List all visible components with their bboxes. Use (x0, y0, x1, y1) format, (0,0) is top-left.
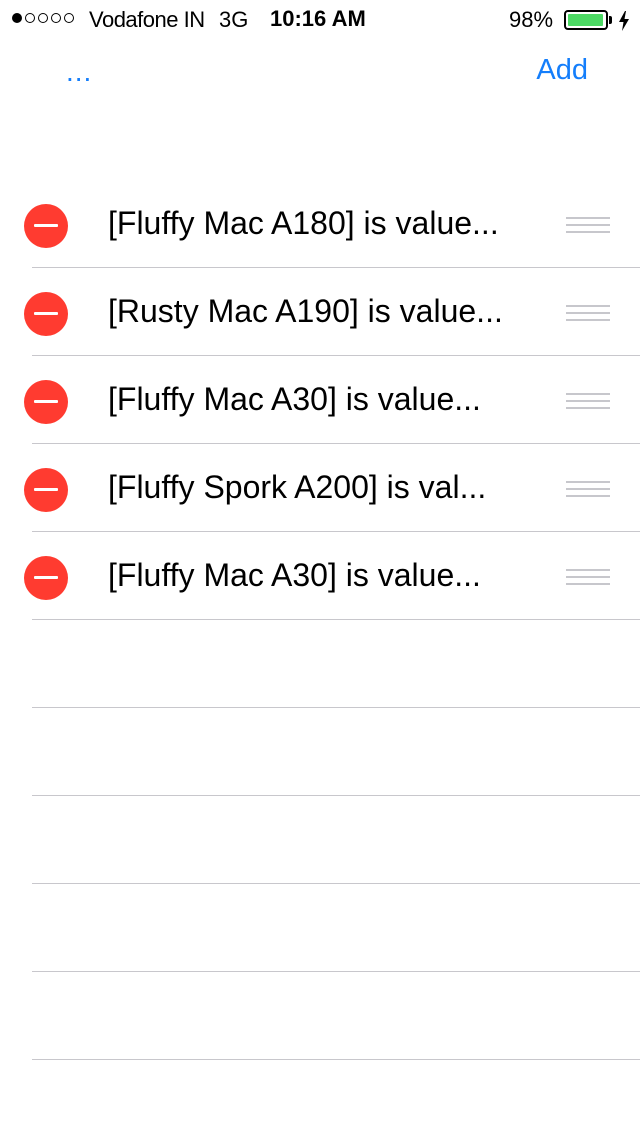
signal-strength-icon (12, 13, 74, 23)
list-item[interactable]: [Fluffy Spork A200] is val... (0, 444, 640, 532)
battery-level-fill (568, 14, 604, 26)
delete-button[interactable] (24, 380, 68, 424)
list-item[interactable]: [Fluffy Mac A180] is value... (0, 180, 640, 268)
signal-dot (51, 13, 61, 23)
reorder-handle-icon[interactable] (566, 217, 610, 233)
charging-bolt-icon (619, 11, 629, 31)
reorder-handle-icon[interactable] (566, 393, 610, 409)
delete-button[interactable] (24, 292, 68, 336)
editable-list: [Fluffy Mac A180] is value... [Rusty Mac … (0, 180, 640, 1060)
clock-time: 10:16 AM (270, 6, 366, 31)
empty-row (0, 708, 640, 796)
list-item[interactable]: [Rusty Mac A190] is value... (0, 268, 640, 356)
empty-row (0, 884, 640, 972)
signal-dot (25, 13, 35, 23)
list-item-label: [Rusty Mac A190] is value... (108, 293, 503, 329)
list-item[interactable]: [Fluffy Mac A30] is value... (0, 356, 640, 444)
reorder-handle-icon[interactable] (566, 481, 610, 497)
delete-button[interactable] (24, 204, 68, 248)
status-bar: Vodafone IN 3G 10:16 AM 98% (0, 0, 640, 40)
network-type: 3G (219, 7, 249, 32)
more-button[interactable]: ... (66, 56, 92, 88)
list-item[interactable]: [Fluffy Mac A30] is value... (0, 532, 640, 620)
reorder-handle-icon[interactable] (566, 305, 610, 321)
battery-icon (564, 10, 608, 30)
carrier-name: Vodafone IN (89, 7, 205, 32)
signal-dot (64, 13, 74, 23)
delete-button[interactable] (24, 556, 68, 600)
battery-percentage: 98% (509, 7, 554, 32)
battery-tip (609, 16, 612, 24)
empty-row (0, 620, 640, 708)
signal-dot (12, 13, 22, 23)
list-item-label: [Fluffy Mac A30] is value... (108, 381, 481, 417)
reorder-handle-icon[interactable] (566, 569, 610, 585)
delete-button[interactable] (24, 468, 68, 512)
empty-row (0, 972, 640, 1060)
list-item-label: [Fluffy Mac A30] is value... (108, 557, 481, 593)
list-item-label: [Fluffy Mac A180] is value... (108, 205, 499, 241)
list-item-label: [Fluffy Spork A200] is val... (108, 469, 487, 505)
signal-dot (38, 13, 48, 23)
add-button[interactable]: Add (536, 54, 588, 87)
empty-row (0, 796, 640, 884)
